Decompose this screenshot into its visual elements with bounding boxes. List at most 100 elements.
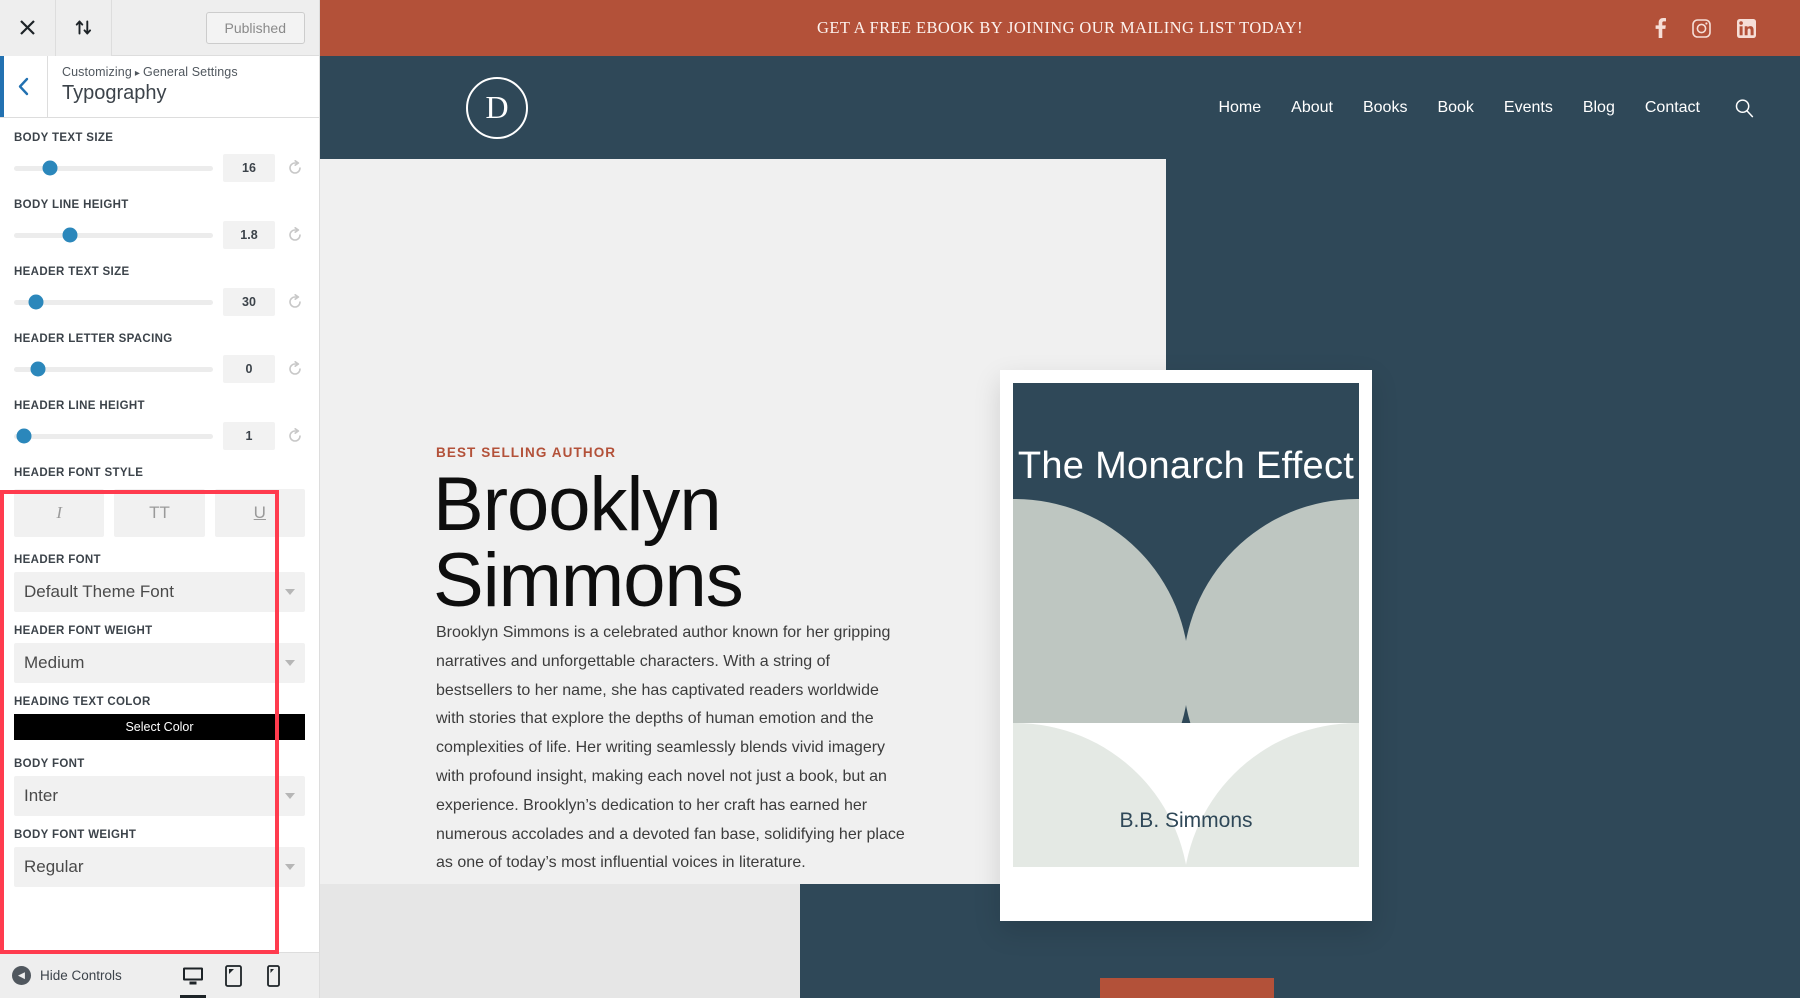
slider-track[interactable]: [14, 294, 213, 310]
monarch-upper-wing-right: [1183, 499, 1359, 723]
chevron-down-icon: [285, 589, 295, 595]
promo-text: Get a free eBook by joining our mailing …: [817, 18, 1303, 37]
nav-item-contact[interactable]: Contact: [1645, 99, 1700, 117]
slider-value[interactable]: 1.8: [223, 221, 275, 249]
mobile-preview-icon[interactable]: [261, 960, 285, 992]
header-font-select[interactable]: Default Theme Font: [14, 572, 305, 612]
site-header: D Home About Books Book Events Blog Cont…: [320, 56, 1800, 159]
nav-item-book[interactable]: Book: [1437, 99, 1473, 117]
slider-track[interactable]: [14, 160, 213, 176]
nav-item-blog[interactable]: Blog: [1583, 99, 1615, 117]
control-label: Header Letter Spacing: [14, 333, 173, 345]
monarch-lower-wing-right: [1183, 723, 1359, 867]
select-value: Default Theme Font: [24, 582, 174, 601]
select-value: Inter: [24, 786, 59, 805]
body-font-weight-select[interactable]: Regular: [14, 847, 305, 887]
nav-item-home[interactable]: Home: [1218, 99, 1261, 117]
reset-icon[interactable]: [285, 361, 305, 377]
italic-button[interactable]: I: [14, 489, 105, 537]
nav-item-events[interactable]: Events: [1504, 99, 1553, 117]
chevron-down-icon: [285, 793, 295, 799]
customizer-topbar: Published: [0, 0, 319, 56]
nav-item-books[interactable]: Books: [1363, 99, 1407, 117]
instagram-icon[interactable]: [1692, 18, 1711, 38]
hide-controls-label: Hide Controls: [40, 968, 122, 983]
breadcrumb-separator: ▸: [134, 68, 140, 79]
slider-thumb[interactable]: [30, 361, 46, 377]
control-header-line-height: Header Line Height 1: [14, 400, 305, 450]
slider-value[interactable]: 0: [223, 355, 275, 383]
slider-thumb[interactable]: [16, 428, 32, 444]
customizer-section-header: Customizing ▸ General Settings Typography: [0, 56, 319, 118]
select-value: Regular: [24, 857, 84, 876]
monarch-upper-wing-left: [1013, 499, 1189, 723]
hero-eyebrow: Best Selling Author: [436, 445, 617, 460]
slider-thumb[interactable]: [62, 227, 78, 243]
control-label: Body Line Height: [14, 199, 129, 211]
select-value: Medium: [24, 653, 85, 672]
linkedin-icon[interactable]: [1737, 18, 1756, 38]
control-header-font-style: Header Font Style I TT U: [14, 467, 305, 537]
chevron-left-icon[interactable]: [0, 56, 48, 117]
slider-track[interactable]: [14, 428, 213, 444]
body-font-select[interactable]: Inter: [14, 776, 305, 816]
hide-controls-button[interactable]: ◀ Hide Controls: [12, 966, 122, 985]
breadcrumb-root[interactable]: Customizing: [62, 65, 132, 79]
reset-icon[interactable]: [285, 428, 305, 444]
reset-icon[interactable]: [285, 227, 305, 243]
control-label: Header Font Style: [14, 467, 144, 479]
sort-toggle-icon[interactable]: [56, 0, 112, 56]
hero-section: Best Selling Author Brooklyn Simmons Bro…: [320, 159, 1800, 998]
site-preview: Get a free eBook by joining our mailing …: [320, 0, 1800, 998]
page-title: Typography: [62, 82, 167, 105]
nav-item-about[interactable]: About: [1291, 99, 1333, 117]
book-title: The Monarch Effect: [1017, 445, 1355, 487]
control-header-text-size: Header Text Size 30: [14, 266, 305, 316]
control-label: Body Font Weight: [14, 829, 137, 841]
promo-bar: Get a free eBook by joining our mailing …: [320, 0, 1800, 56]
control-label: Heading Text Color: [14, 696, 151, 708]
control-body-font: Body Font Inter: [14, 758, 305, 816]
desktop-preview-icon[interactable]: [181, 960, 205, 992]
control-heading-text-color: Heading Text Color Select Color: [14, 696, 305, 740]
control-label: Header Line Height: [14, 400, 145, 412]
slider-value[interactable]: 16: [223, 154, 275, 182]
book-cover-card[interactable]: The Monarch Effect B.B. Simmons: [1000, 370, 1372, 921]
select-color-button[interactable]: Select Color: [14, 714, 305, 740]
slider-thumb[interactable]: [28, 294, 44, 310]
slider-track[interactable]: [14, 361, 213, 377]
slider-track[interactable]: [14, 227, 213, 243]
uppercase-button[interactable]: TT: [114, 489, 205, 537]
chevron-down-icon: [285, 660, 295, 666]
control-body-text-size: Body Text Size 16: [14, 132, 305, 182]
control-label: Header Font: [14, 554, 101, 566]
header-font-weight-select[interactable]: Medium: [14, 643, 305, 683]
reset-icon[interactable]: [285, 294, 305, 310]
hero-bio: Brooklyn Simmons is a celebrated author …: [436, 624, 905, 872]
hero-title: Brooklyn Simmons: [433, 462, 744, 623]
tablet-preview-icon[interactable]: [221, 960, 245, 992]
control-body-font-weight: Body Font Weight Regular: [14, 829, 305, 887]
breadcrumb: Customizing ▸ General Settings: [62, 64, 238, 80]
site-logo[interactable]: D: [466, 76, 528, 139]
slider-thumb[interactable]: [42, 160, 58, 176]
control-header-letter-spacing: Header Letter Spacing 0: [14, 333, 305, 383]
control-label: Body Text Size: [14, 132, 114, 144]
social-links: [1655, 18, 1800, 38]
underline-button[interactable]: U: [214, 489, 305, 537]
book-author: B.B. Simmons: [1119, 809, 1253, 832]
breadcrumb-parent[interactable]: General Settings: [143, 65, 238, 79]
slider-value[interactable]: 30: [223, 288, 275, 316]
close-icon[interactable]: [0, 0, 56, 56]
facebook-icon[interactable]: [1655, 18, 1666, 38]
book-cover-art: The Monarch Effect B.B. Simmons: [1013, 383, 1359, 867]
published-button[interactable]: Published: [205, 11, 305, 44]
slider-value[interactable]: 1: [223, 422, 275, 450]
control-header-font-weight: Header Font Weight Medium: [14, 625, 305, 683]
customizer-footer: ◀ Hide Controls: [0, 952, 319, 998]
accent-block: [1100, 978, 1274, 998]
main-navigation: Home About Books Book Events Blog Contac…: [1218, 98, 1754, 118]
search-icon[interactable]: [1734, 98, 1754, 118]
book-cover-top-panel: [1013, 383, 1359, 723]
reset-icon[interactable]: [285, 160, 305, 176]
